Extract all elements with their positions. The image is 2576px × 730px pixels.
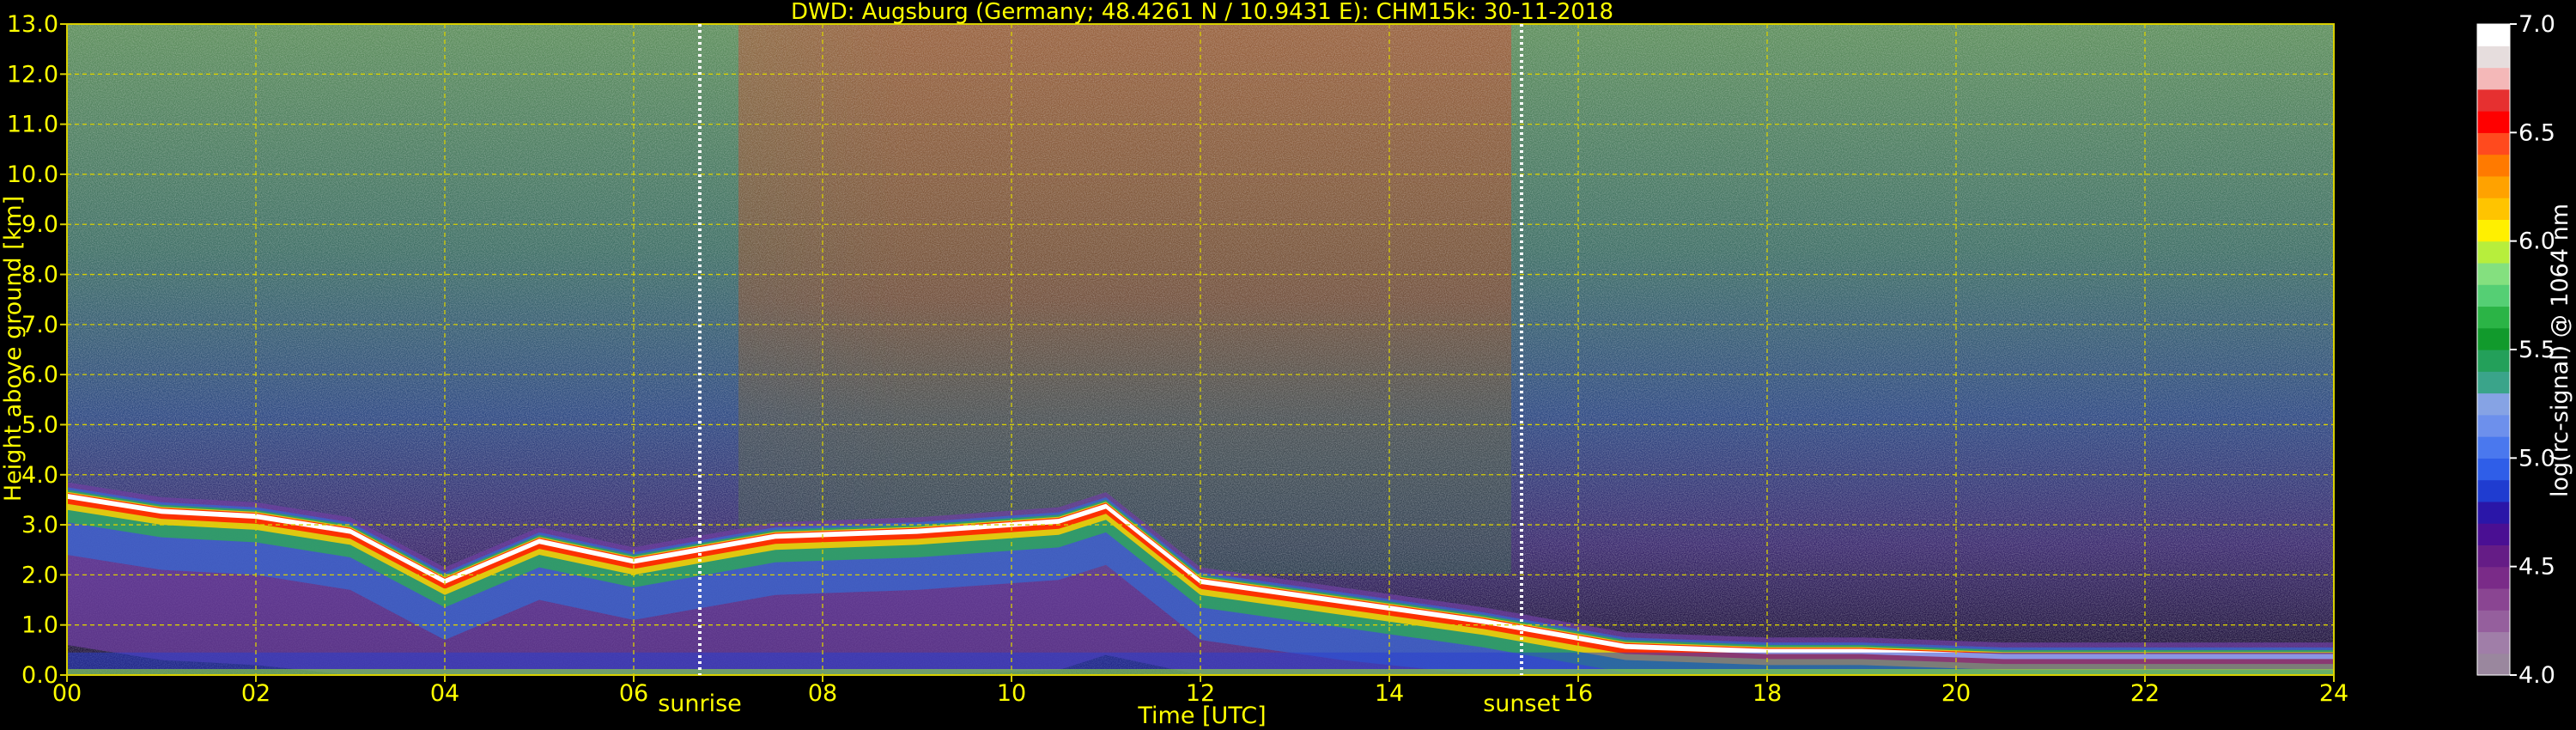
colorbar-tick-label: 4.0 bbox=[2518, 662, 2555, 689]
y-tick-label: 13.0 bbox=[7, 11, 58, 38]
x-tick-label: 08 bbox=[808, 680, 837, 707]
x-axis-label: Time [UTC] bbox=[1137, 703, 1266, 729]
plot-area: sunrise sunset 00 02 04 06 08 10 12 14 16 18 20 22 24… bbox=[7, 11, 2348, 717]
colorbar-swatch bbox=[2477, 284, 2510, 307]
y-tick-label: 7.0 bbox=[21, 312, 58, 338]
colorbar-swatch bbox=[2477, 544, 2510, 568]
colorbar-swatch bbox=[2477, 501, 2510, 524]
y-tick-label: 2.0 bbox=[21, 562, 58, 588]
colorbar-swatch bbox=[2477, 198, 2510, 220]
colorbar-swatch bbox=[2477, 436, 2510, 459]
colorbar-swatch bbox=[2477, 414, 2510, 437]
colorbar-swatch bbox=[2477, 88, 2510, 112]
colorbar-swatch bbox=[2477, 46, 2510, 69]
y-tick-label: 8.0 bbox=[21, 262, 58, 289]
x-tick-label: 24 bbox=[2319, 680, 2348, 707]
colorbar-swatch bbox=[2477, 219, 2510, 242]
y-tick-label: 3.0 bbox=[21, 512, 58, 538]
lidar-chart: sunrise sunset 00 02 04 06 08 10 12 14 16 18 20 22 24… bbox=[0, 0, 2573, 729]
colorbar-swatch bbox=[2477, 631, 2510, 654]
x-tick-label: 02 bbox=[241, 680, 270, 707]
colorbar-swatch bbox=[2477, 392, 2510, 416]
x-tick-label: 22 bbox=[2130, 680, 2160, 707]
y-tick-label: 5.0 bbox=[21, 411, 58, 438]
x-tick-label: 04 bbox=[430, 680, 459, 707]
y-tick-label: 9.0 bbox=[21, 211, 58, 238]
colorbar-swatch bbox=[2477, 111, 2510, 133]
sun-marker-label: sunrise bbox=[658, 690, 742, 717]
x-tick-label: 16 bbox=[1564, 680, 1593, 707]
colorbar-swatch bbox=[2477, 523, 2510, 545]
x-tick-label: 20 bbox=[1941, 680, 1971, 707]
y-tick-label: 6.0 bbox=[21, 362, 58, 388]
y-tick-label: 12.0 bbox=[7, 61, 58, 88]
sun-marker-label: sunset bbox=[1483, 690, 1560, 717]
colorbar-tick-label: 4.5 bbox=[2518, 554, 2555, 581]
colorbar-swatch bbox=[2477, 132, 2510, 155]
colorbar-swatch bbox=[2477, 327, 2510, 350]
colorbar-swatch bbox=[2477, 154, 2510, 177]
colorbar-swatch bbox=[2477, 566, 2510, 589]
chart-title: DWD: Augsburg (Germany; 48.4261 N / 10.9… bbox=[791, 0, 1613, 25]
colorbar-swatch bbox=[2477, 458, 2510, 481]
y-tick-label: 4.0 bbox=[21, 462, 58, 489]
x-tick-label: 06 bbox=[619, 680, 648, 707]
y-axis-label: Height above ground [km] bbox=[0, 196, 27, 502]
x-tick-label: 10 bbox=[997, 680, 1026, 707]
colorbar-swatch bbox=[2477, 653, 2510, 676]
colorbar-swatch bbox=[2477, 610, 2510, 633]
colorbar-swatch bbox=[2477, 479, 2510, 502]
x-tick-label: 18 bbox=[1753, 680, 1782, 707]
x-tick-label: 14 bbox=[1375, 680, 1404, 707]
colorbar-swatch bbox=[2477, 262, 2510, 285]
colorbar-swatch bbox=[2477, 587, 2510, 611]
colorbar-swatch bbox=[2477, 371, 2510, 394]
colorbar-swatch bbox=[2477, 175, 2510, 198]
y-tick-label: 10.0 bbox=[7, 161, 58, 188]
colorbar-tick-label: 6.5 bbox=[2518, 119, 2555, 146]
y-tick-label: 11.0 bbox=[7, 112, 58, 138]
colorbar-swatch bbox=[2477, 67, 2510, 90]
colorbar-swatch bbox=[2477, 350, 2510, 372]
colorbar-swatch bbox=[2477, 306, 2510, 329]
colorbar-label: log(rc-signal) @ 1064 nm bbox=[2547, 204, 2573, 497]
y-tick-label: 0.0 bbox=[21, 662, 58, 689]
colorbar-swatch bbox=[2477, 24, 2510, 46]
y-tick-label: 1.0 bbox=[21, 612, 58, 639]
colorbar-tick-label: 7.0 bbox=[2518, 11, 2555, 38]
colorbar-swatch bbox=[2477, 240, 2510, 264]
colorbar: 4.04.55.05.56.06.57.0 bbox=[2476, 11, 2555, 689]
